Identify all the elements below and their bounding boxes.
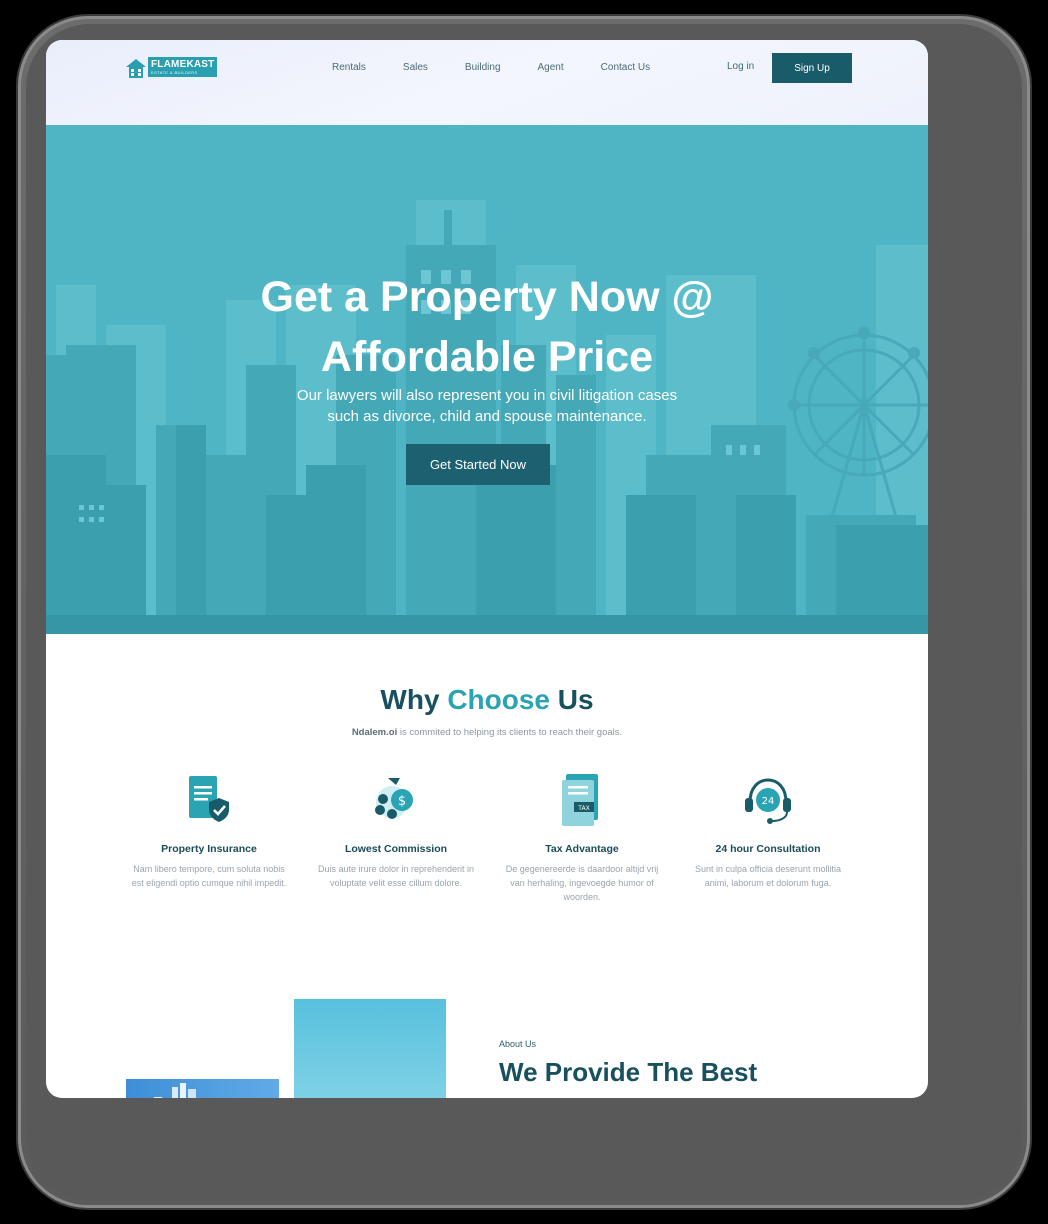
hero-section: Get a Property Now @ Affordable Price Ou…	[46, 125, 928, 634]
about-title: We Provide The Best	[499, 1057, 758, 1087]
why-subtitle-brand: Ndalem.oi	[351, 727, 398, 738]
brand-tagline: ESTATE & BUILDERS	[151, 70, 198, 75]
hero-subtitle-line2: such as divorce, child and spouse mainte…	[327, 408, 647, 425]
nav-sales[interactable]: Sales	[403, 62, 428, 74]
brand-name: FLAMEKAST	[151, 59, 215, 70]
feature-lowest-commission: $ Lowest Commission Duis aute irure dolo…	[311, 772, 481, 890]
hero-title-line1: Get a Property Now @	[260, 273, 714, 321]
main-nav: Rentals Sales Building Agent Contact Us	[332, 62, 688, 74]
feature-title: Property Insurance	[161, 843, 257, 855]
get-started-button[interactable]: Get Started Now	[406, 444, 550, 485]
document-shield-icon	[189, 776, 229, 822]
hero-subtitle-line1: Our lawyers will also represent you in c…	[296, 387, 678, 404]
building-photo-placeholder	[154, 1083, 196, 1098]
nav-agent[interactable]: Agent	[538, 62, 564, 74]
feature-text: Nam libero tempore, cum soluta nobis est…	[131, 864, 287, 888]
svg-text:$: $	[398, 794, 406, 809]
about-image-sky	[294, 999, 446, 1098]
why-title-accent: Choose	[447, 684, 550, 715]
why-title-part1: Why	[380, 684, 440, 715]
about-kicker: About Us	[499, 1039, 537, 1049]
feature-title: Tax Advantage	[545, 843, 619, 855]
feature-text: Duis aute irure dolor in reprehenderit i…	[317, 864, 475, 888]
logo-wordmark: FLAMEKAST ESTATE & BUILDERS	[148, 57, 218, 77]
why-subtitle-text: is commited to helping its clients to re…	[397, 727, 623, 738]
website-screen: FLAMEKAST ESTATE & BUILDERS Rentals Sale…	[46, 40, 928, 1098]
feature-property-insurance: Property Insurance Nam libero tempore, c…	[124, 772, 294, 890]
feature-24-hour-consultation: 24 24 hour Consultation Sunt in culpa of…	[683, 772, 853, 890]
login-link[interactable]: Log in	[727, 61, 754, 72]
money-bag-coins-icon: $	[375, 778, 413, 819]
why-subtitle: Ndalem.oi is commited to helping its cli…	[46, 727, 928, 738]
about-image-building	[126, 1079, 279, 1098]
feature-tax-advantage: TAX Tax Advantage De gegenereerde is daa…	[497, 772, 667, 904]
nav-building[interactable]: Building	[465, 62, 501, 74]
feature-title: 24 hour Consultation	[715, 843, 821, 855]
why-choose-us-title: Why Choose Us	[46, 684, 928, 716]
signup-button[interactable]: Sign Up	[772, 53, 852, 83]
feature-title: Lowest Commission	[344, 843, 448, 855]
hero-title: Get a Property Now @ Affordable Price	[46, 267, 928, 387]
hero-subtitle: Our lawyers will also represent you in c…	[46, 385, 928, 427]
feature-text: Sunt in culpa officia deserunt mollitia …	[695, 864, 841, 888]
svg-text:24: 24	[762, 796, 775, 807]
svg-text:TAX: TAX	[577, 805, 589, 812]
nav-rentals[interactable]: Rentals	[332, 62, 366, 74]
brand-logo[interactable]: FLAMEKAST ESTATE & BUILDERS	[126, 57, 218, 79]
headset-24-icon: 24	[745, 778, 791, 824]
nav-contact-us[interactable]: Contact Us	[601, 62, 650, 74]
house-icon	[126, 59, 146, 78]
why-title-part2: Us	[557, 684, 594, 715]
feature-text: De gegenereerde is daardoor altijd vrij …	[505, 864, 659, 902]
site-header: FLAMEKAST ESTATE & BUILDERS Rentals Sale…	[46, 40, 928, 125]
tax-document-icon: TAX	[562, 774, 598, 826]
hero-title-line2: Affordable Price	[320, 333, 654, 381]
